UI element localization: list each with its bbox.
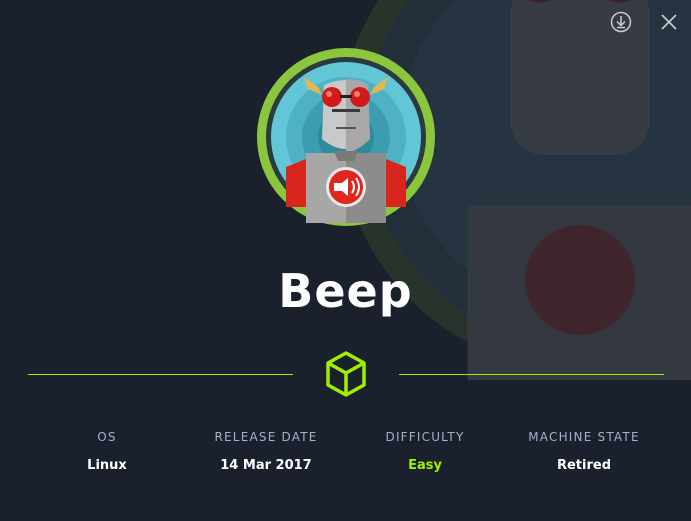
- download-icon: [610, 11, 632, 33]
- release-date-value: 14 Mar 2017: [220, 458, 312, 473]
- machine-card: Beep OS Linux RELEASE DATE 14 Mar 2017 D…: [0, 0, 691, 521]
- difficulty-value: Easy: [408, 458, 442, 473]
- difficulty-label: DIFFICULTY: [385, 430, 465, 444]
- os-label: OS: [97, 430, 117, 444]
- divider-right: [399, 374, 664, 375]
- os-value: Linux: [87, 458, 127, 473]
- cube-icon: [326, 351, 366, 397]
- info-os: OS Linux: [27, 430, 187, 474]
- machine-state-value: Retired: [556, 458, 612, 473]
- download-button[interactable]: [609, 10, 633, 34]
- release-date-label: RELEASE DATE: [214, 430, 318, 444]
- machine-avatar: [257, 48, 435, 226]
- machine-name: Beep: [278, 264, 413, 318]
- machine-state-label: MACHINE STATE: [528, 430, 640, 444]
- info-machine-state: MACHINE STATE Retired: [504, 430, 664, 474]
- close-button[interactable]: [657, 10, 681, 34]
- divider-left: [28, 374, 293, 375]
- info-difficulty: DIFFICULTY Easy: [345, 430, 505, 474]
- info-release-date: RELEASE DATE 14 Mar 2017: [186, 430, 346, 474]
- close-icon: [661, 14, 677, 30]
